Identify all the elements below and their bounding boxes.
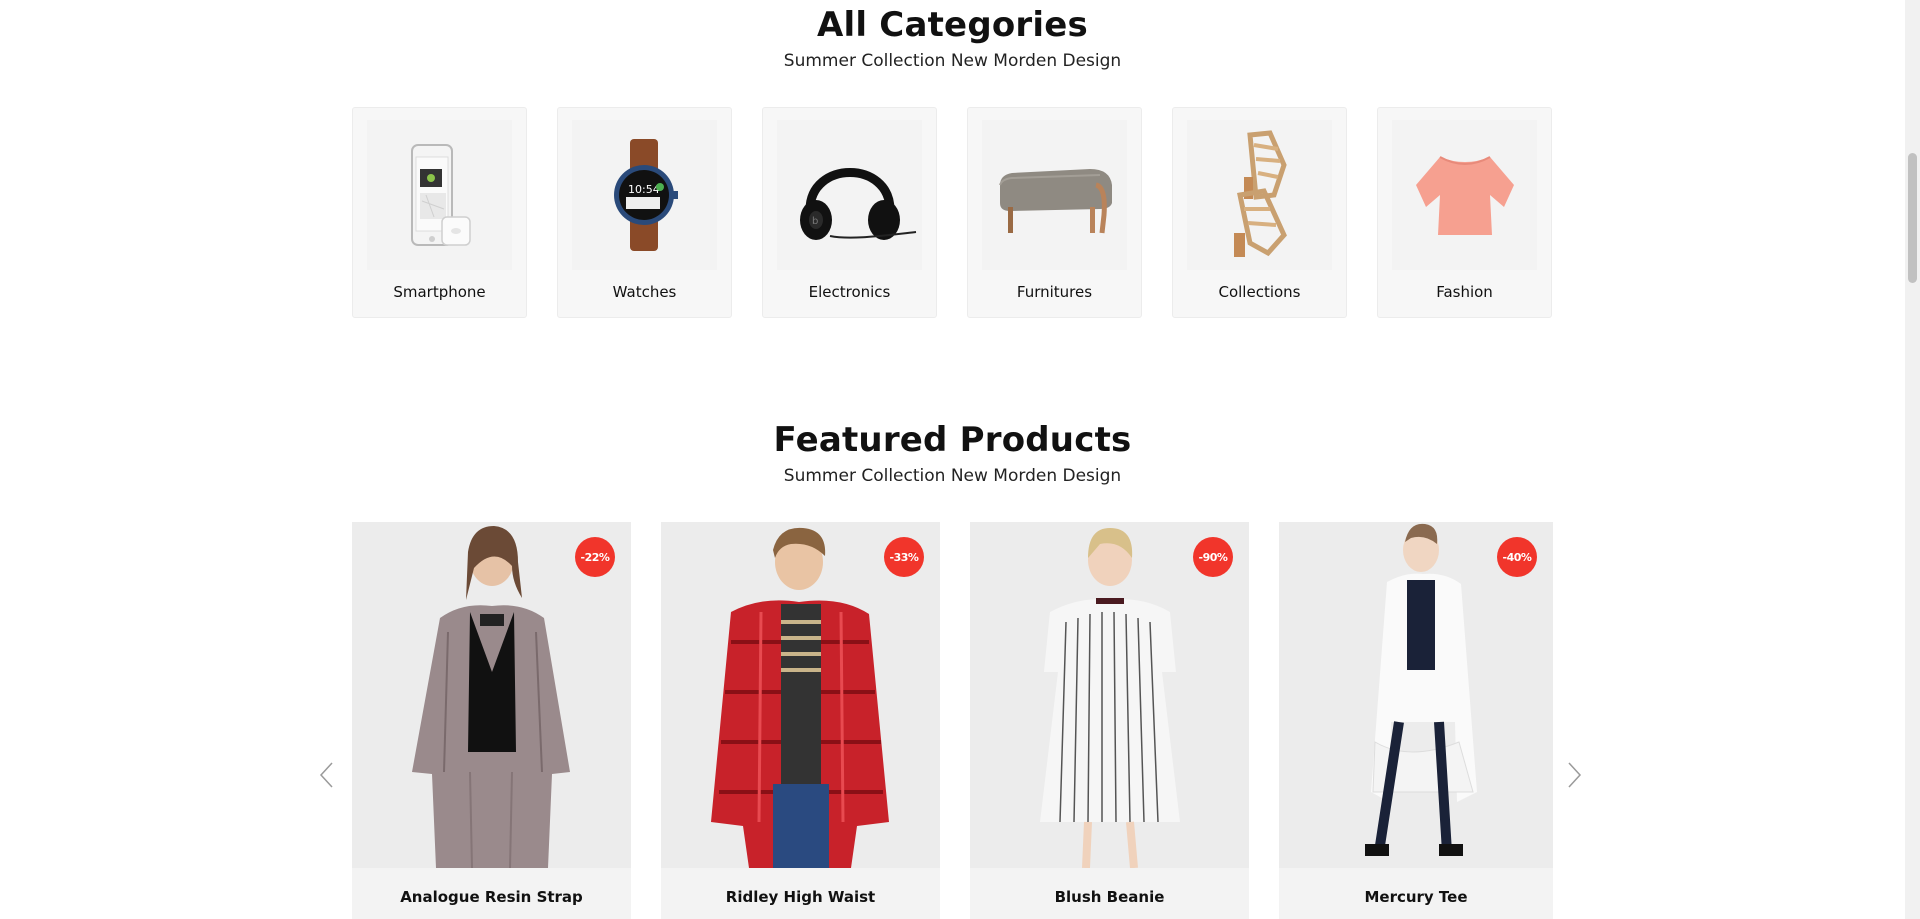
category-label: Watches <box>612 283 677 301</box>
featured-subtitle: Summer Collection New Morden Design <box>783 466 1122 486</box>
category-label: Furnitures <box>1016 283 1093 301</box>
featured-title: Featured Products <box>773 420 1132 460</box>
ottoman-image <box>982 120 1127 270</box>
headphones-image: b <box>777 120 922 270</box>
product-card[interactable]: -22% Analogue Resin Strap <box>352 522 631 919</box>
smartphone-image <box>367 120 512 270</box>
discount-badge: -90% <box>1193 537 1233 577</box>
category-label: Electronics <box>808 283 891 301</box>
product-name: Mercury Tee <box>1364 888 1468 906</box>
category-card-watches[interactable]: 10:54 Watches <box>557 107 732 318</box>
categories-subtitle: Summer Collection New Morden Design <box>783 51 1122 71</box>
category-card-fashion[interactable]: Fashion <box>1377 107 1552 318</box>
blouse-image <box>1392 120 1537 270</box>
carousel-next-button[interactable] <box>1560 757 1590 793</box>
chevron-left-icon <box>319 762 333 788</box>
svg-text:b: b <box>812 216 818 227</box>
discount-badge: -40% <box>1497 537 1537 577</box>
carousel-prev-button[interactable] <box>311 757 341 793</box>
category-card-furnitures[interactable]: Furnitures <box>967 107 1142 318</box>
page: All Categories Summer Collection New Mor… <box>0 0 1905 919</box>
product-card[interactable]: -90% Blush Beanie <box>970 522 1249 919</box>
svg-text:10:54: 10:54 <box>628 183 660 196</box>
product-name: Blush Beanie <box>1054 888 1165 906</box>
categories-list: Smartphone 10:54 Watches b Electronics F… <box>352 107 1552 318</box>
product-name: Analogue Resin Strap <box>400 888 583 906</box>
category-card-collections[interactable]: Collections <box>1172 107 1347 318</box>
chevron-right-icon <box>1568 762 1582 788</box>
category-label: Collections <box>1218 283 1301 301</box>
category-card-electronics[interactable]: b Electronics <box>762 107 937 318</box>
watch-image: 10:54 <box>572 120 717 270</box>
product-name: Ridley High Waist <box>725 888 876 906</box>
products-carousel: -22% Analogue Resin Strap -33% Ridley Hi… <box>352 522 1553 919</box>
sandals-image <box>1187 120 1332 270</box>
discount-badge: -33% <box>884 537 924 577</box>
vertical-scrollbar[interactable] <box>1905 0 1920 919</box>
discount-badge: -22% <box>575 537 615 577</box>
category-label: Smartphone <box>393 283 486 301</box>
category-label: Fashion <box>1436 283 1493 301</box>
product-card[interactable]: -33% Ridley High Waist <box>661 522 940 919</box>
scrollbar-thumb[interactable] <box>1908 153 1917 283</box>
category-card-smartphone[interactable]: Smartphone <box>352 107 527 318</box>
categories-title: All Categories <box>817 5 1088 45</box>
product-card[interactable]: -40% Mercury Tee <box>1279 522 1553 919</box>
